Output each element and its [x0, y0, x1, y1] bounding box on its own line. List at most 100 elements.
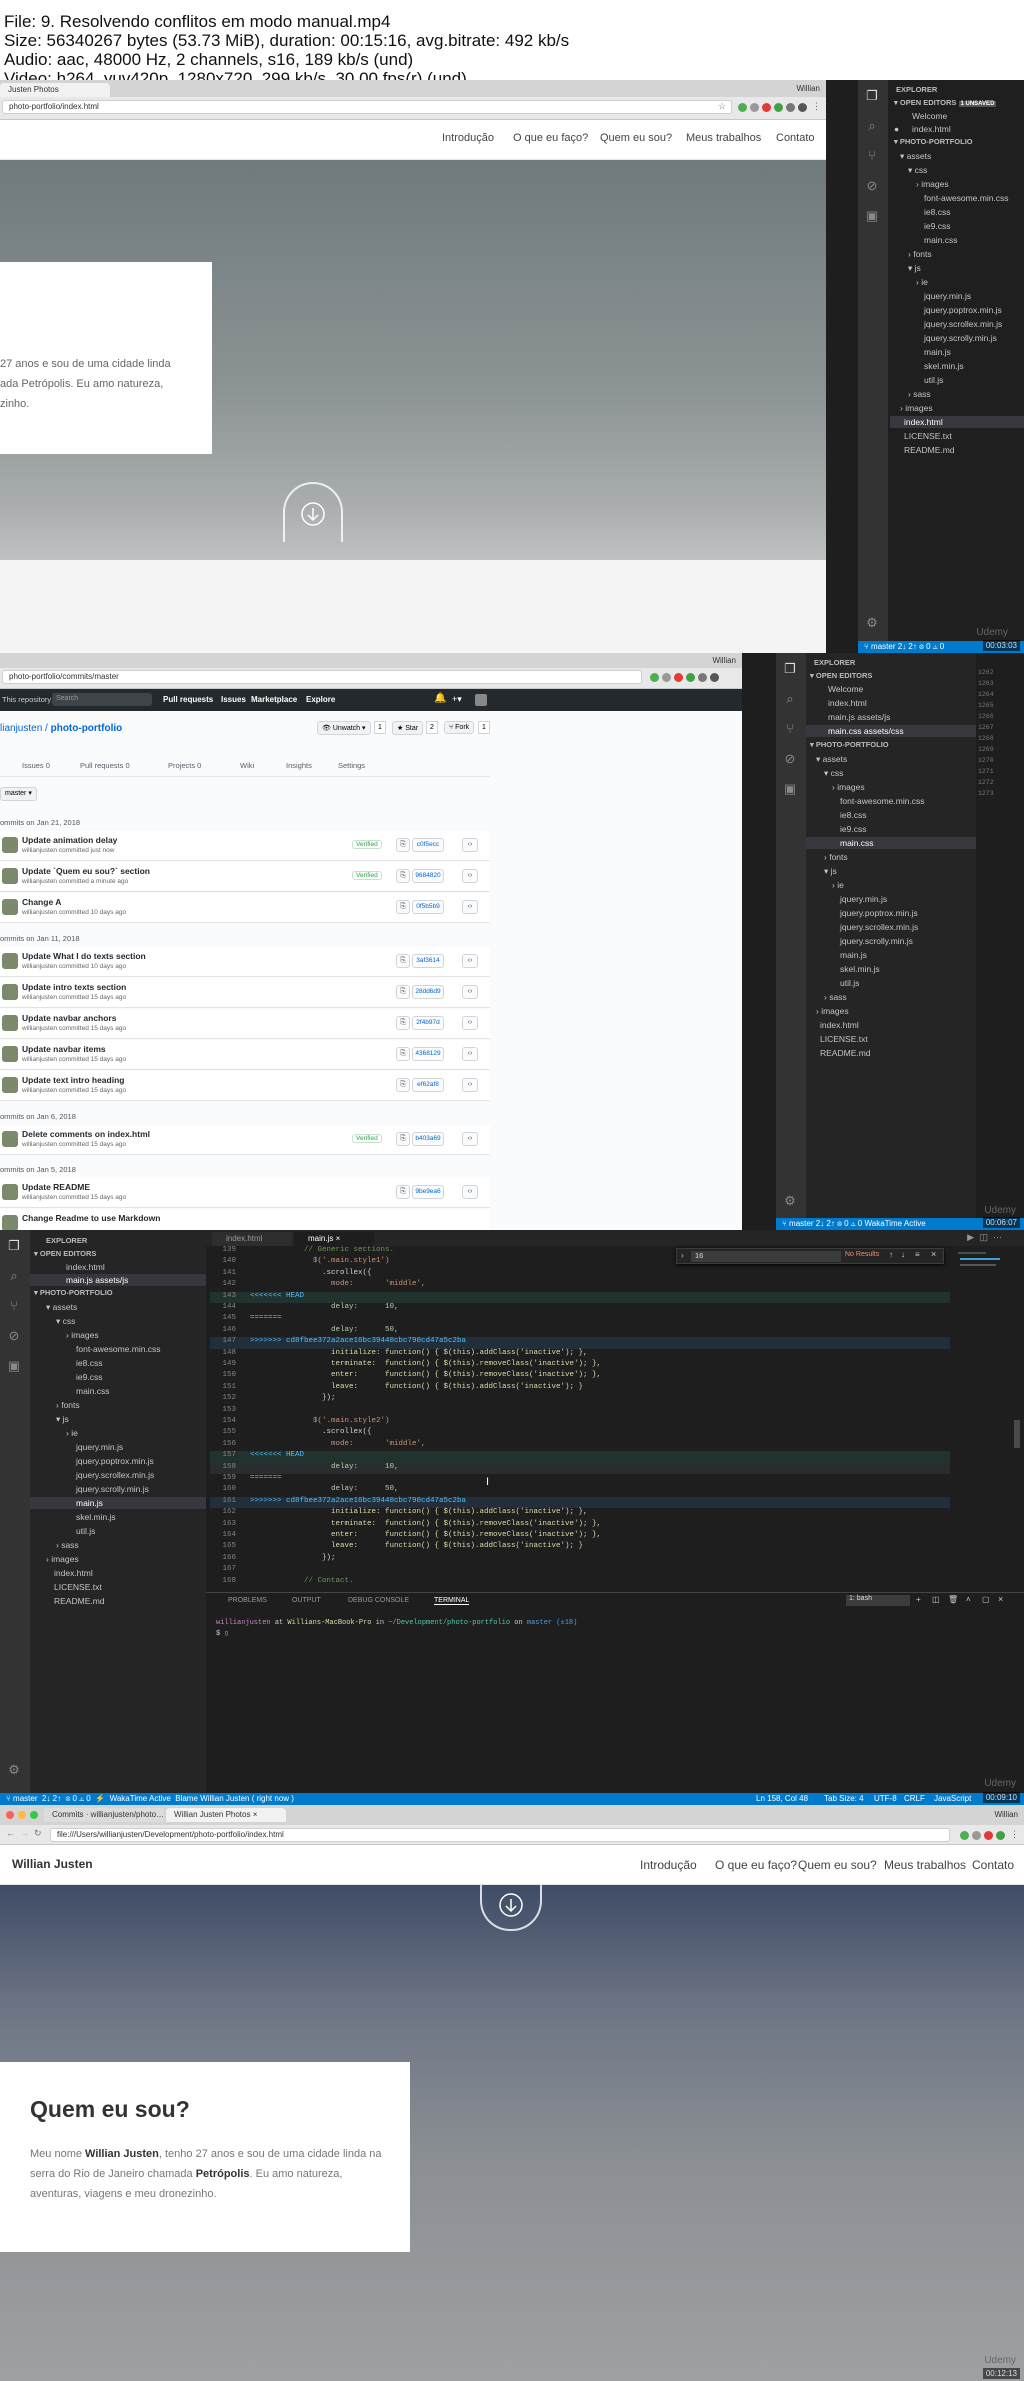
tab-projects[interactable]: Projects 0 — [168, 761, 201, 770]
verified-badge[interactable]: Verified — [352, 1134, 382, 1143]
commit-title[interactable]: Change A — [22, 897, 61, 907]
open-editors-header[interactable]: ▾ OPEN EDITORS — [810, 670, 872, 682]
browse-icon[interactable]: ‹› — [462, 869, 478, 883]
tab-insights[interactable]: Insights — [286, 761, 312, 770]
tree-item[interactable]: ▾ css — [824, 767, 843, 779]
commit-title[interactable]: Update What I do texts section — [22, 951, 146, 961]
tree-item[interactable]: ▾ assets — [816, 753, 847, 765]
tree-item[interactable]: font-awesome.min.css — [76, 1343, 161, 1355]
code-line[interactable]: 159 ======= — [210, 1474, 950, 1485]
reload-icon[interactable]: ↻ — [34, 1828, 42, 1839]
nav-link[interactable]: Contato — [776, 132, 815, 144]
problems-count[interactable]: ⊗ 0 ⚠ 0 — [66, 1794, 91, 1803]
profile-name[interactable]: Willian — [712, 656, 736, 665]
tree-item[interactable]: › ie — [832, 879, 844, 891]
tree-item[interactable]: › images — [832, 781, 865, 793]
scroll-down-button[interactable] — [480, 1885, 542, 1931]
commit-sha[interactable]: c0f5ecc — [412, 838, 444, 852]
tree-item[interactable]: › images — [66, 1329, 99, 1341]
tree-item[interactable]: ie8.css — [76, 1357, 102, 1369]
commit-sha[interactable]: 2f4b97d — [412, 1016, 444, 1030]
extension-icon[interactable] — [960, 1831, 969, 1840]
open-file-item[interactable]: Welcome — [912, 110, 947, 122]
fork-count[interactable]: 1 — [478, 721, 490, 734]
tree-item[interactable]: ▾ css — [908, 164, 927, 176]
files-icon[interactable]: ❐ — [6, 1238, 22, 1254]
source-control-icon[interactable]: ⑂ — [864, 148, 880, 164]
verified-badge[interactable]: Verified — [352, 840, 382, 849]
extension-icon[interactable] — [996, 1831, 1005, 1840]
branch-name[interactable]: master — [789, 1219, 813, 1228]
tree-item[interactable]: jquery.scrolly.min.js — [76, 1483, 149, 1495]
nav-link[interactable]: Introdução — [442, 132, 494, 144]
menu-icon[interactable]: ⋮ — [812, 101, 821, 112]
tab-terminal[interactable]: TERMINAL — [434, 1597, 470, 1605]
code-line[interactable]: 147 >>>>>>> cd8fbee372a2ace16bc39440cbc79… — [210, 1337, 950, 1349]
address-bar[interactable]: photo-portfolio/commits/master — [2, 670, 642, 684]
open-file-item[interactable]: index.html — [66, 1261, 105, 1273]
tree-item[interactable]: util.js — [924, 374, 943, 386]
gear-icon[interactable]: ⚙ — [6, 1762, 22, 1778]
tree-item[interactable]: main.js — [840, 949, 867, 961]
tree-item[interactable]: ie9.css — [924, 220, 950, 232]
tab-problems[interactable]: PROBLEMS — [228, 1597, 267, 1604]
tab-debug-console[interactable]: DEBUG CONSOLE — [348, 1597, 409, 1604]
tree-item[interactable]: ▾ js — [56, 1413, 69, 1425]
code-line[interactable]: 161 >>>>>>> cd8fbee372a2ace16bc39440cbc79… — [210, 1496, 950, 1509]
code-line[interactable]: 154 $('.main.style2') — [210, 1417, 950, 1428]
browser-tab[interactable]: Justen Photos — [0, 83, 110, 97]
tree-item[interactable]: LICENSE.txt — [54, 1581, 102, 1593]
copy-icon[interactable]: ⎘ — [396, 1185, 410, 1199]
browse-icon[interactable]: ‹› — [462, 985, 478, 999]
close-icon[interactable]: × — [253, 1810, 258, 1819]
extensions-icon[interactable]: ▣ — [6, 1358, 22, 1374]
extension-icon[interactable] — [786, 103, 795, 112]
tab-wiki[interactable]: Wiki — [240, 761, 254, 770]
profile-name[interactable]: Willian — [796, 84, 820, 93]
code-line[interactable]: 144 delay: 10, — [210, 1303, 950, 1314]
code-line[interactable]: 167 — [210, 1565, 950, 1576]
browse-icon[interactable]: ‹› — [462, 838, 478, 852]
gear-icon[interactable]: ⚙ — [864, 615, 880, 631]
minimap[interactable] — [954, 1246, 1010, 1526]
extension-icon[interactable] — [710, 673, 719, 682]
more-icon[interactable]: ⋯ — [993, 1232, 1002, 1243]
nav-link[interactable]: Pull requests — [163, 695, 213, 704]
commit-sha[interactable]: 9684820 — [412, 869, 444, 883]
code-line[interactable]: 156 mode: 'middle', — [210, 1440, 950, 1451]
tree-item[interactable]: jquery.scrollex.min.js — [840, 921, 918, 933]
browse-icon[interactable]: ‹› — [462, 1047, 478, 1061]
code-line[interactable]: 148 initialize: function() { $(this).add… — [210, 1349, 950, 1360]
search-icon[interactable]: ⌕ — [6, 1268, 22, 1284]
open-file-item[interactable]: Welcome — [828, 683, 863, 695]
tree-item[interactable]: ▾ js — [908, 262, 921, 274]
open-file-item[interactable]: main.js assets/js — [828, 711, 890, 723]
chevron-up-icon[interactable]: ˄ — [966, 1595, 971, 1604]
commit-sha[interactable]: 3af3614 — [412, 954, 444, 968]
language-mode[interactable]: JavaScript — [934, 1793, 971, 1805]
code-line[interactable]: 166 }); — [210, 1554, 950, 1565]
nav-link[interactable]: O que eu faço? — [715, 1858, 797, 1872]
code-line[interactable]: 164 enter: function() { $(this).removeCl… — [210, 1531, 950, 1542]
extension-icon[interactable] — [762, 103, 771, 112]
run-icon[interactable]: ▶ — [967, 1232, 974, 1243]
tree-item[interactable]: jquery.min.js — [840, 893, 887, 905]
files-icon[interactable]: ❐ — [864, 88, 880, 104]
problems-count[interactable]: ⊗ 0 ⚠ 0 — [919, 642, 944, 651]
nav-link[interactable]: Marketplace — [251, 695, 297, 704]
tree-item-selected[interactable]: index.html — [890, 416, 1024, 428]
scrollbar-thumb[interactable] — [1014, 1420, 1020, 1448]
open-editors-header[interactable]: ▾ OPEN EDITORS — [34, 1248, 96, 1260]
trash-icon[interactable]: 🗑 — [948, 1595, 958, 1604]
commit-sha[interactable]: 4368129 — [412, 1047, 444, 1061]
code-line[interactable]: 165 leave: function() { $(this).addClass… — [210, 1542, 950, 1553]
line-ending[interactable]: CRLF — [904, 1793, 925, 1805]
tree-item[interactable]: ie9.css — [76, 1371, 102, 1383]
forward-icon[interactable]: → — [20, 1828, 29, 1838]
commit-title[interactable]: Update animation delay — [22, 835, 117, 845]
tree-item[interactable]: jquery.scrolly.min.js — [840, 935, 913, 947]
tab-pull-requests[interactable]: Pull requests 0 — [80, 761, 130, 770]
menu-icon[interactable]: ⋮ — [1010, 1829, 1019, 1840]
tree-item[interactable]: index.html — [54, 1567, 93, 1579]
tree-item[interactable]: › fonts — [56, 1399, 80, 1411]
